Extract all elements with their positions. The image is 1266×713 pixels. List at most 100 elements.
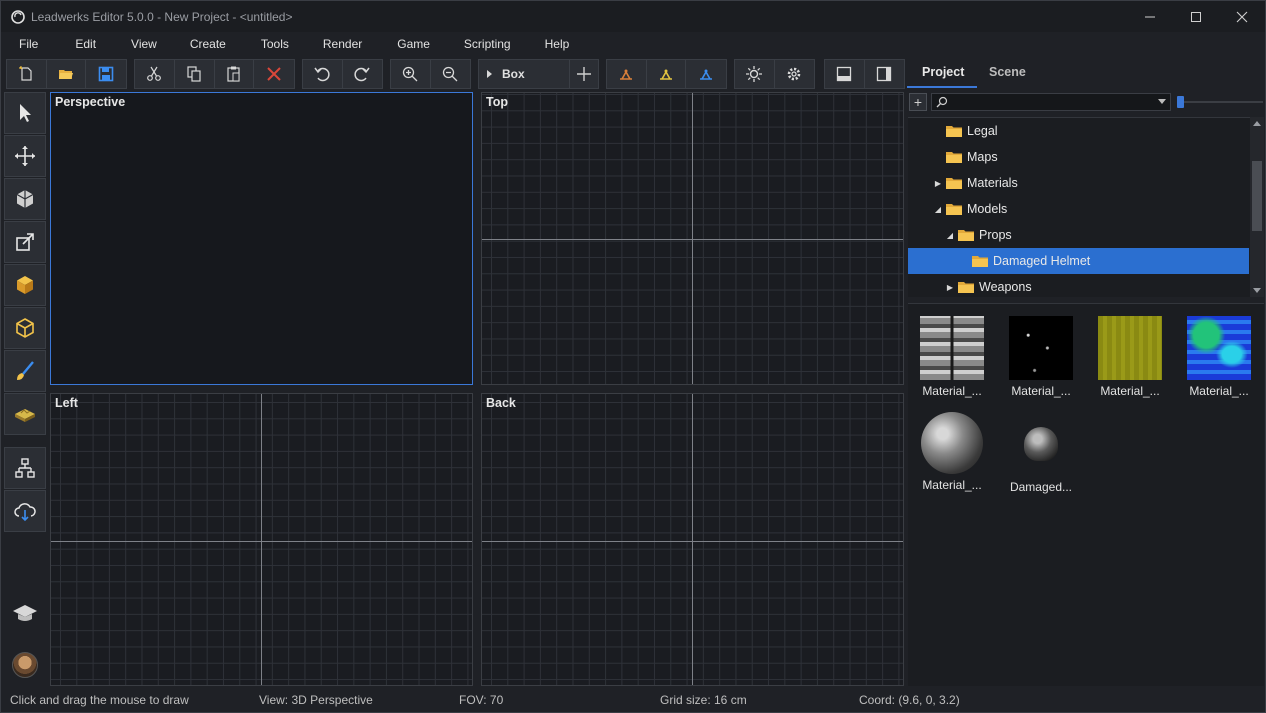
search-row: +: [907, 91, 1265, 113]
menu-create[interactable]: Create: [181, 37, 235, 51]
viewport-label-left: Left: [55, 396, 78, 410]
terrain-button[interactable]: [4, 393, 46, 435]
tree-item[interactable]: ◢ Models: [908, 196, 1249, 222]
menu-edit[interactable]: Edit: [66, 37, 105, 51]
tree-item[interactable]: ▶ Weapons: [908, 274, 1249, 300]
viewport-left[interactable]: Left: [50, 393, 473, 686]
zoom-in-icon: [403, 66, 418, 82]
box-brush-button[interactable]: [4, 264, 46, 306]
zoom-in-button[interactable]: [391, 60, 431, 88]
light-icon: [746, 66, 763, 82]
edit-face-button[interactable]: [4, 221, 46, 263]
tab-scene[interactable]: Scene: [989, 65, 1026, 79]
tree-item[interactable]: ▶ Materials: [908, 170, 1249, 196]
active-tab-indicator: [907, 86, 977, 88]
axis-vertical: [692, 93, 693, 384]
bottom-panel-button[interactable]: [825, 60, 865, 88]
minimize-button[interactable]: [1127, 1, 1173, 32]
menu-scripting[interactable]: Scripting: [455, 37, 520, 51]
asset-item[interactable]: Material_...: [1179, 316, 1259, 398]
expand-arrow-icon[interactable]: ▶: [944, 281, 956, 293]
asset-item[interactable]: Material_...: [912, 316, 992, 398]
move-tool-icon: [620, 69, 633, 80]
tree-item-label: Legal: [967, 124, 998, 138]
transform-group: [606, 59, 727, 89]
menu-bar: File Edit View Create Tools Render Game …: [1, 32, 1265, 56]
rotate-tool-button[interactable]: [647, 60, 687, 88]
collapse-arrow-icon[interactable]: ◢: [944, 229, 956, 241]
window-title: Leadwerks Editor 5.0.0 - New Project - <…: [31, 9, 293, 24]
hierarchy-button[interactable]: [4, 447, 46, 489]
redo-button[interactable]: [343, 60, 383, 88]
tree-item[interactable]: Damaged Helmet: [908, 248, 1249, 274]
add-brush-button[interactable]: [570, 60, 598, 88]
folder-icon: [946, 152, 962, 163]
save-button[interactable]: [86, 60, 126, 88]
search-dropdown-icon[interactable]: [1158, 99, 1166, 104]
asset-item[interactable]: Material_...: [912, 412, 992, 492]
asset-item[interactable]: Material_...: [1090, 316, 1170, 398]
paste-button[interactable]: [215, 60, 255, 88]
scroll-down-icon[interactable]: [1253, 288, 1261, 293]
asset-label: Material_...: [922, 384, 982, 398]
slider-handle[interactable]: [1177, 96, 1184, 108]
search-input[interactable]: [931, 93, 1171, 111]
tree-scrollbar[interactable]: [1250, 117, 1264, 297]
tab-project[interactable]: Project: [922, 65, 964, 79]
expand-arrow-icon[interactable]: ▶: [932, 177, 944, 189]
asset-item[interactable]: Damaged...: [1001, 412, 1081, 494]
viewport-back[interactable]: Back: [481, 393, 904, 686]
paint-brush-button[interactable]: [4, 350, 46, 392]
select-tool-button[interactable]: [4, 92, 46, 134]
scroll-up-icon[interactable]: [1253, 121, 1261, 126]
scrollbar-thumb[interactable]: [1252, 161, 1262, 231]
editor-window: Leadwerks Editor 5.0.0 - New Project - <…: [0, 0, 1266, 713]
hierarchy-icon: [15, 458, 35, 478]
close-button[interactable]: [1219, 1, 1265, 32]
tree-item[interactable]: Legal: [908, 118, 1249, 144]
new-button[interactable]: [7, 60, 47, 88]
viewport-perspective[interactable]: Perspective: [50, 92, 473, 385]
redo-icon: [354, 67, 370, 82]
folder-icon: [958, 282, 974, 293]
light-button[interactable]: [735, 60, 775, 88]
viewport-label-top: Top: [486, 95, 508, 109]
viewport-top[interactable]: Top: [481, 92, 904, 385]
move-tool-left-button[interactable]: [4, 135, 46, 177]
move-tool-button[interactable]: [607, 60, 647, 88]
copy-button[interactable]: [175, 60, 215, 88]
wireframe-box-button[interactable]: [4, 307, 46, 349]
tutorials-button[interactable]: [4, 592, 46, 634]
scale-tool-button[interactable]: [686, 60, 726, 88]
asset-item[interactable]: Material_...: [1001, 316, 1081, 398]
menu-render[interactable]: Render: [314, 37, 371, 51]
thumbnail-size-slider[interactable]: [1177, 96, 1263, 108]
settings-button[interactable]: [775, 60, 815, 88]
create-object-button[interactable]: [4, 178, 46, 220]
maximize-button[interactable]: [1173, 1, 1219, 32]
side-panel-button[interactable]: [865, 60, 905, 88]
delete-button[interactable]: [254, 60, 294, 88]
menu-help[interactable]: Help: [536, 37, 579, 51]
zoom-out-button[interactable]: [431, 60, 471, 88]
menu-game[interactable]: Game: [388, 37, 439, 51]
menu-file[interactable]: File: [10, 37, 47, 51]
maximize-icon: [1191, 11, 1201, 22]
file-group: [6, 59, 127, 89]
axis-vertical: [692, 394, 693, 685]
open-button[interactable]: [47, 60, 87, 88]
menu-view[interactable]: View: [122, 37, 166, 51]
collapse-arrow-icon[interactable]: ◢: [932, 203, 944, 215]
tree-item[interactable]: ◢ Props: [908, 222, 1249, 248]
project-panel: Project Scene + Legal Maps ▶ Materials ◢ Mode…: [907, 59, 1265, 686]
cloud-download-button[interactable]: [4, 490, 46, 532]
user-avatar[interactable]: [12, 652, 38, 678]
new-file-icon: [19, 66, 32, 81]
menu-tools[interactable]: Tools: [252, 37, 298, 51]
add-asset-button[interactable]: +: [909, 93, 927, 111]
tree-item[interactable]: Maps: [908, 144, 1249, 170]
brush-type-dropdown[interactable]: Box: [479, 60, 571, 88]
folder-icon: [958, 230, 974, 241]
cut-button[interactable]: [135, 60, 175, 88]
undo-button[interactable]: [303, 60, 343, 88]
